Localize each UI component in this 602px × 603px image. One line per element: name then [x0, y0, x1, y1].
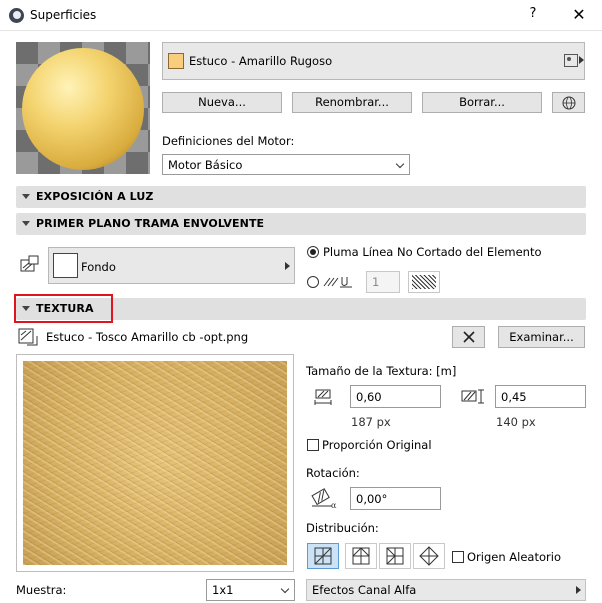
- texture-width-input[interactable]: 0,60: [350, 385, 441, 408]
- texture-height-input[interactable]: 0,45: [495, 385, 586, 408]
- texture-height-px: 140 px: [496, 415, 536, 429]
- texture-width-icon: [314, 389, 332, 405]
- surface-library-icon[interactable]: [564, 54, 584, 67]
- pen-option-radio[interactable]: [307, 246, 319, 258]
- pen-weight-icon: [323, 277, 352, 288]
- collapse-triangle-icon: [22, 221, 30, 226]
- app-logo-icon: [9, 8, 24, 23]
- section-exposure-header[interactable]: EXPOSICIÓN A LUZ: [16, 186, 586, 208]
- window-title: Superficies: [30, 8, 97, 22]
- distribution-label: Distribución:: [306, 521, 379, 535]
- sample-dropdown[interactable]: 1x1: [206, 579, 295, 601]
- close-button[interactable]: ✕: [568, 5, 590, 25]
- help-button[interactable]: ?: [522, 6, 544, 26]
- surface-preview: [16, 42, 150, 174]
- distribution-mirror-y-button[interactable]: [379, 543, 411, 569]
- chevron-right-icon: [576, 586, 581, 594]
- pen-number-input[interactable]: 1: [366, 271, 400, 293]
- surface-name: Estuco - Amarillo Rugoso: [189, 54, 333, 68]
- texture-image: [23, 361, 287, 565]
- globe-button[interactable]: [552, 92, 585, 113]
- alpha-effects-button[interactable]: Efectos Canal Alfa: [306, 579, 586, 601]
- delete-button[interactable]: Borrar...: [422, 92, 542, 113]
- fill-selector[interactable]: Fondo: [48, 247, 295, 284]
- texture-width-px: 187 px: [351, 415, 391, 429]
- collapse-triangle-icon: [22, 194, 30, 199]
- sample-label: Muestra:: [16, 583, 67, 597]
- mirror-y-distribution-icon: [386, 547, 404, 565]
- new-button[interactable]: Nueva...: [162, 92, 282, 113]
- chevron-right-icon: [285, 262, 290, 270]
- engine-label: Definiciones del Motor:: [162, 134, 295, 148]
- pen-option-label: Pluma Línea No Cortado del Elemento: [323, 245, 542, 259]
- preview-sphere: [22, 48, 144, 170]
- distribution-standard-button[interactable]: [307, 543, 339, 569]
- texture-filename: Estuco - Tosco Amarillo cb -opt.png: [46, 330, 249, 344]
- random-origin-checkbox[interactable]: [452, 551, 464, 563]
- close-icon: [462, 331, 475, 343]
- proportion-checkbox[interactable]: [307, 439, 319, 451]
- engine-value: Motor Básico: [168, 158, 243, 172]
- distribution-mirror-x-button[interactable]: [345, 543, 377, 569]
- browse-button[interactable]: Examinar...: [498, 326, 585, 348]
- engine-dropdown[interactable]: Motor Básico: [162, 154, 410, 175]
- proportion-label: Proporción Original: [322, 438, 432, 452]
- texture-height-icon: [461, 389, 484, 404]
- mirror-x-distribution-icon: [352, 547, 370, 565]
- rename-button[interactable]: Renombrar...: [292, 92, 412, 113]
- texture-highlight-box: [14, 294, 113, 323]
- svg-text:α: α: [331, 501, 337, 509]
- surface-selector[interactable]: Estuco - Amarillo Rugoso: [162, 42, 585, 80]
- fill-swatch: [53, 253, 78, 278]
- title-bar: Superficies ? ✕: [0, 0, 602, 31]
- custom-pen-radio[interactable]: [307, 276, 319, 288]
- rotation-icon: α: [311, 488, 337, 509]
- texture-preview: [16, 354, 294, 572]
- chevron-down-icon: [280, 584, 290, 594]
- globe-icon: [562, 96, 575, 110]
- rotation-input[interactable]: 0,00°: [350, 487, 441, 510]
- grid-distribution-icon: [314, 547, 332, 565]
- surface-color-swatch: [168, 53, 184, 69]
- texture-size-label: Tamaño de la Textura: [m]: [306, 364, 457, 378]
- random-origin-label: Origen Aleatorio: [467, 550, 561, 564]
- chevron-down-icon: [395, 159, 405, 169]
- mirror-xy-distribution-icon: [419, 546, 439, 566]
- texture-file-icon: [18, 328, 38, 346]
- fill-name: Fondo: [81, 260, 116, 274]
- distribution-mirror-xy-button[interactable]: [413, 543, 445, 569]
- remove-texture-button[interactable]: [452, 326, 485, 348]
- rotation-label: Rotación:: [306, 466, 360, 480]
- fill-pattern-icon: [20, 255, 39, 272]
- pen-color-swatch[interactable]: [408, 271, 440, 293]
- section-foreground-header[interactable]: PRIMER PLANO TRAMA ENVOLVENTE: [16, 213, 586, 235]
